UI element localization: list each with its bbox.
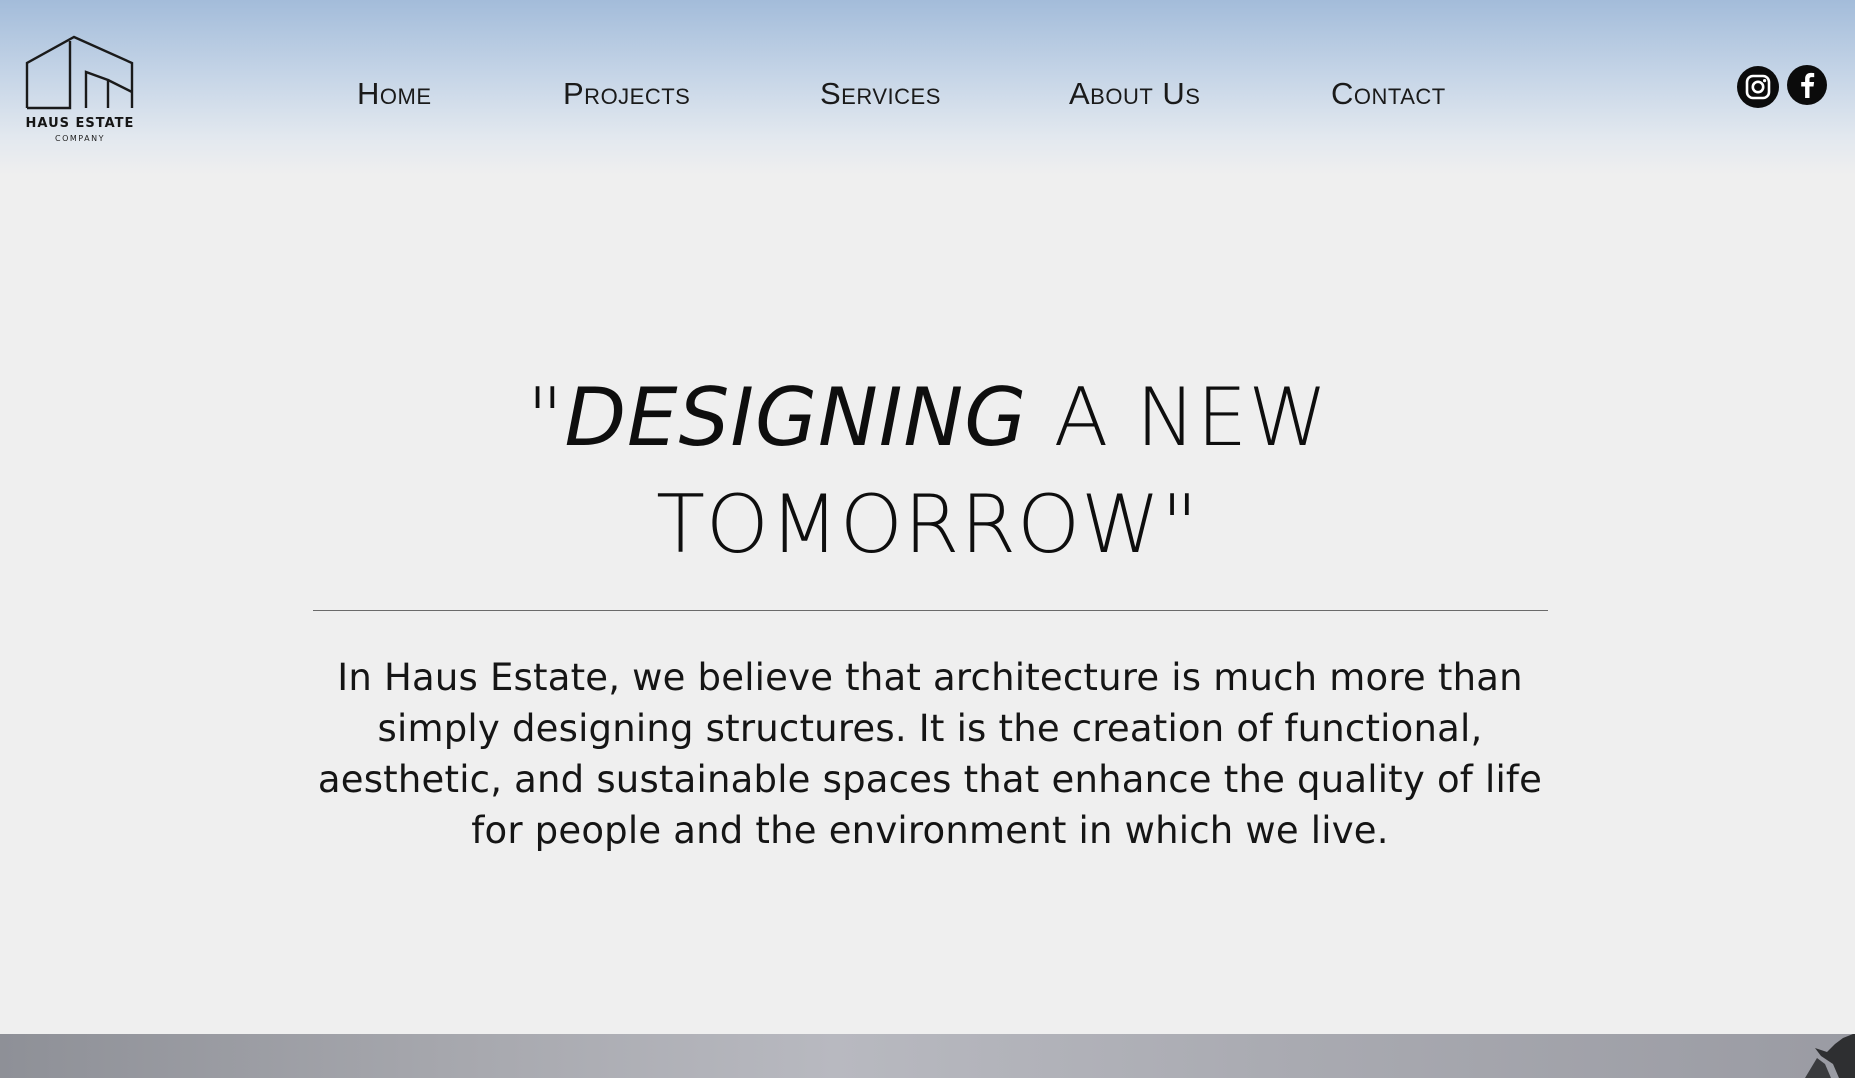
- page: HAUS ESTATE COMPANY Home Projects Servic…: [0, 0, 1855, 1078]
- palm-tree-image: [1805, 1034, 1855, 1078]
- quote-emphasis: DESIGNING: [564, 371, 1028, 464]
- intro-line: for people and the environment in which …: [471, 809, 1389, 852]
- nav-item-home[interactable]: Home: [357, 74, 432, 114]
- instagram-link[interactable]: [1737, 66, 1779, 108]
- nav-item-services[interactable]: Services: [820, 74, 941, 114]
- hero-quote-line-1: "DESIGNING A NEW: [0, 364, 1855, 471]
- nav-item-projects[interactable]: Projects: [563, 74, 690, 114]
- hero-photo-strip: [0, 1034, 1855, 1078]
- hero-quote-line-2: TOMORROW": [656, 478, 1199, 571]
- brand-name: HAUS ESTATE: [25, 116, 135, 131]
- quote-rest: A NEW: [1027, 371, 1329, 464]
- main-nav: Home Projects Services About Us Contact: [0, 74, 1855, 114]
- section-divider: [313, 610, 1548, 611]
- instagram-icon: [1745, 74, 1771, 100]
- intro-line: In Haus Estate, we believe that architec…: [337, 656, 1523, 699]
- facebook-icon: [1801, 72, 1815, 98]
- nav-item-contact[interactable]: Contact: [1331, 74, 1446, 114]
- nav-item-about-us[interactable]: About Us: [1069, 74, 1200, 114]
- site-header: HAUS ESTATE COMPANY Home Projects Servic…: [0, 0, 1855, 175]
- hero-quote: "DESIGNING A NEW TOMORROW": [0, 364, 1855, 578]
- intro-paragraph: In Haus Estate, we believe that architec…: [300, 652, 1560, 856]
- facebook-link[interactable]: [1787, 65, 1827, 105]
- intro-line: aesthetic, and sustainable spaces that e…: [317, 758, 1543, 801]
- brand-subtitle: COMPANY: [55, 134, 105, 143]
- intro-line: simply designing structures. It is the c…: [377, 707, 1483, 750]
- quote-open-mark: ": [526, 371, 565, 464]
